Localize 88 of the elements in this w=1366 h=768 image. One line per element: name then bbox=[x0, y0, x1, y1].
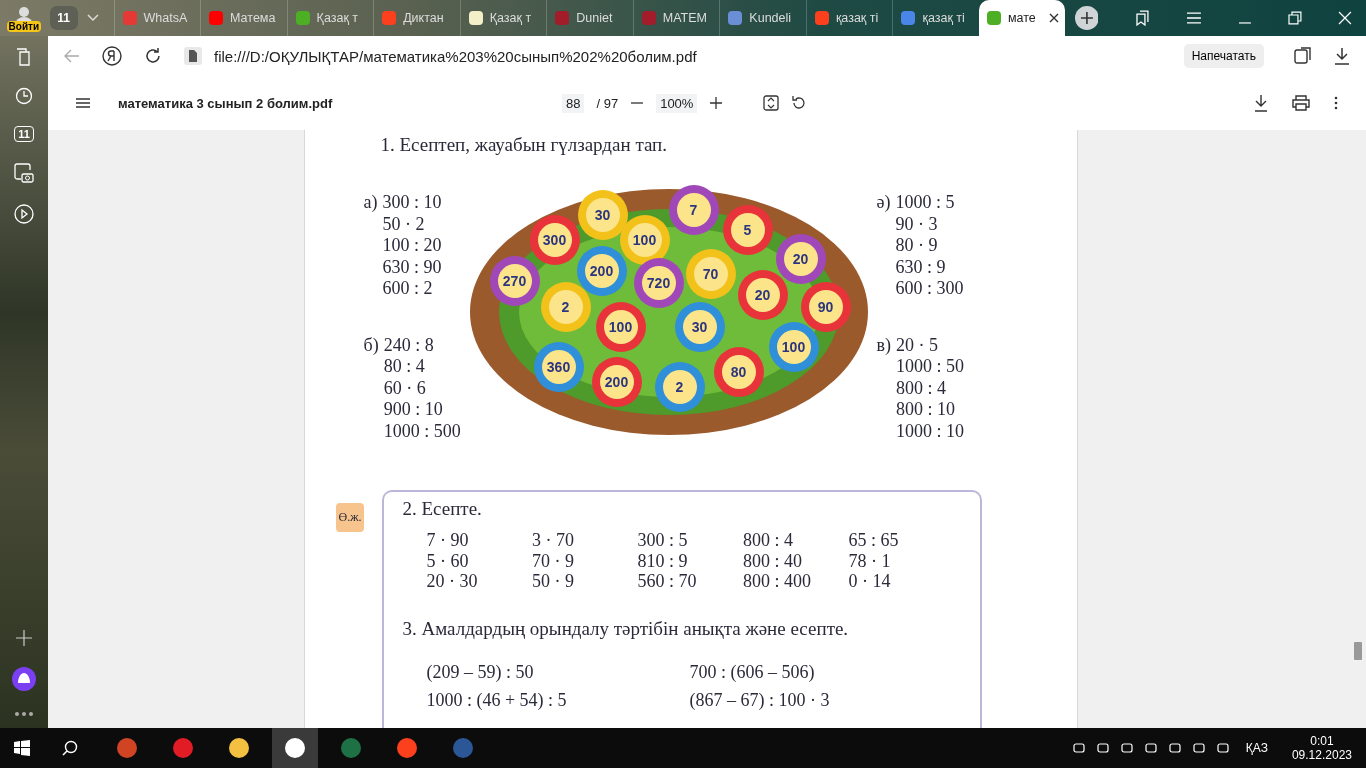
language-indicator[interactable]: ҚАЗ bbox=[1245, 741, 1268, 755]
expression: 100 : 20 bbox=[382, 235, 442, 257]
more-icon[interactable] bbox=[1334, 96, 1338, 110]
expression: 80 : 4 bbox=[383, 356, 426, 378]
expression: 1000 : 50 bbox=[896, 356, 964, 378]
tab-count-badge[interactable]: 11 bbox=[14, 126, 34, 142]
new-tab-icon[interactable] bbox=[1074, 6, 1099, 30]
expression: 800 : 40 bbox=[742, 550, 803, 571]
reload-icon[interactable] bbox=[144, 47, 162, 65]
scrollbar-thumb[interactable] bbox=[1354, 642, 1362, 660]
assistant-icon[interactable] bbox=[12, 667, 36, 691]
expression: 1000 : 5 bbox=[895, 192, 956, 214]
expression: 600 : 2 bbox=[382, 278, 434, 300]
expression: 70 · 9 bbox=[531, 550, 575, 571]
exercise-heading: 2. Есепте. bbox=[402, 498, 483, 520]
expression: 50 · 2 bbox=[382, 213, 426, 235]
file-icon bbox=[184, 47, 202, 65]
document-title: математика 3 сынып 2 болим.pdf bbox=[118, 95, 334, 111]
expression: 900 : 10 bbox=[383, 399, 444, 421]
url-field[interactable]: file:///D:/ОҚУЛЫҚТАР/математика%203%20сынып%202%20болим.pdf bbox=[214, 47, 697, 65]
expression: 810 : 9 bbox=[637, 550, 689, 571]
expression: 80 · 9 bbox=[895, 235, 939, 257]
exercise-heading: 3. Амалдардың орындалу тәртібін анықта және есепте. bbox=[402, 617, 850, 640]
item-label: а) bbox=[363, 192, 378, 214]
expression: 800 : 400 bbox=[742, 571, 812, 592]
start-icon[interactable] bbox=[14, 740, 30, 756]
expression: 700 : (606 – 506) bbox=[689, 660, 816, 684]
expression: 20 · 5 bbox=[896, 334, 939, 356]
item-label: ә) bbox=[876, 192, 891, 214]
restore-icon[interactable] bbox=[1288, 11, 1302, 25]
expression: 7 · 90 bbox=[426, 530, 470, 551]
fit-page-icon[interactable] bbox=[763, 95, 780, 111]
print-button[interactable]: Напечатать bbox=[1183, 44, 1264, 68]
zoom-field[interactable]: 100% bbox=[656, 93, 698, 113]
bookmarks-icon[interactable] bbox=[1134, 10, 1151, 26]
expression: 300 : 10 bbox=[382, 192, 442, 214]
screenshot-icon[interactable] bbox=[14, 163, 34, 183]
item-label: б) bbox=[363, 334, 379, 357]
add-icon[interactable] bbox=[16, 630, 32, 646]
exercise-badge: Ө.ж. bbox=[335, 503, 365, 532]
expression: 630 : 90 bbox=[382, 256, 442, 278]
chevron-down-icon[interactable] bbox=[85, 13, 100, 23]
expression: 800 : 4 bbox=[896, 377, 947, 399]
expression: 560 : 70 bbox=[637, 571, 698, 592]
play-icon[interactable] bbox=[14, 204, 34, 224]
collections-icon[interactable] bbox=[15, 48, 33, 66]
expression: 240 : 8 bbox=[383, 334, 435, 356]
expression: 1000 : 500 bbox=[383, 420, 461, 442]
expression: 50 · 9 bbox=[531, 571, 575, 592]
browser-logo-icon[interactable] bbox=[102, 46, 122, 66]
expression: (209 – 59) : 50 bbox=[426, 660, 535, 684]
expression: 300 : 5 bbox=[637, 530, 689, 551]
download-icon[interactable] bbox=[1334, 47, 1350, 65]
expression: 630 : 9 bbox=[895, 256, 947, 278]
expression: 78 · 1 bbox=[848, 550, 892, 571]
expression: 5 · 60 bbox=[426, 550, 470, 571]
rotate-icon[interactable] bbox=[791, 95, 808, 111]
menu-icon[interactable] bbox=[76, 98, 90, 108]
close-icon[interactable] bbox=[1048, 13, 1059, 23]
login-label: Войти bbox=[6, 20, 42, 32]
expression: 60 · 6 bbox=[383, 377, 427, 399]
profile-button[interactable]: Войти bbox=[0, 4, 48, 32]
expression: 1000 : 10 bbox=[896, 420, 964, 442]
page-number-field[interactable]: 88 bbox=[562, 93, 585, 113]
expression: 65 : 65 bbox=[848, 530, 900, 551]
item-label: в) bbox=[876, 334, 891, 357]
exercise-heading: 1. Есептеп, жауабын гүлзардан тап. bbox=[380, 134, 669, 156]
expression: 800 : 10 bbox=[896, 399, 956, 421]
expression: 800 : 4 bbox=[742, 530, 794, 551]
expression: 0 · 14 bbox=[848, 571, 892, 592]
history-icon[interactable] bbox=[15, 87, 33, 105]
download-icon[interactable] bbox=[1254, 94, 1268, 112]
more-icon[interactable] bbox=[15, 712, 33, 716]
clock-time[interactable]: 0:01 bbox=[1310, 734, 1334, 748]
tab-group-button[interactable]: 11 bbox=[49, 6, 78, 30]
expression: 3 · 70 bbox=[531, 530, 575, 551]
expression: 1000 : (46 + 54) : 5 bbox=[426, 688, 568, 712]
print-icon[interactable] bbox=[1292, 95, 1310, 111]
expression: (867 – 67) : 100 · 3 bbox=[689, 688, 831, 712]
search-icon[interactable] bbox=[62, 740, 78, 756]
expression: 90 · 3 bbox=[895, 213, 939, 235]
zoom-in-icon[interactable] bbox=[709, 96, 724, 110]
expression: 600 : 300 bbox=[895, 278, 964, 300]
extensions-icon[interactable] bbox=[1294, 47, 1312, 65]
clock-date[interactable]: 09.12.2023 bbox=[1291, 748, 1352, 762]
page-total: / 97 bbox=[596, 95, 619, 111]
browser-tab[interactable]: мате bbox=[979, 0, 1065, 36]
expression: 20 · 30 bbox=[426, 571, 479, 592]
